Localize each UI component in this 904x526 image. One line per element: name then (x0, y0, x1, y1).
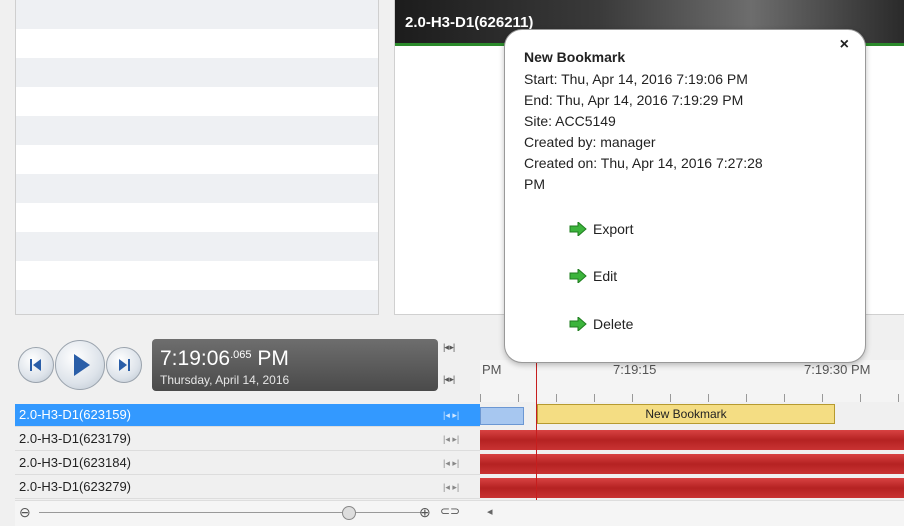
recording-track[interactable] (480, 454, 904, 474)
video-title: 2.0-H3-D1(626211) (405, 14, 534, 31)
camera-row[interactable]: 2.0-H3-D1(623159) |◂ ▸| (15, 404, 480, 427)
zoom-slider-thumb[interactable] (342, 506, 356, 520)
delete-button[interactable]: Delete (569, 316, 633, 332)
bookmark-details: Start: Thu, Apr 14, 2016 7:19:06 PM End:… (524, 69, 824, 195)
close-icon[interactable]: × (840, 36, 849, 54)
bookmark-created-on-cont: PM (524, 176, 545, 192)
time-display: 7:19:06.065 PM Thursday, April 14, 2016 (152, 339, 438, 391)
arrow-right-icon (569, 222, 587, 236)
bookmark-end: End: Thu, Apr 14, 2016 7:19:29 PM (524, 92, 744, 108)
bookmark-popup: × New Bookmark Start: Thu, Apr 14, 2016 … (504, 29, 866, 363)
skip-end-icon[interactable]: |◂ ▸| (443, 374, 455, 385)
delete-label: Delete (593, 316, 634, 332)
ruler-ticks (480, 394, 904, 402)
skip-icon[interactable]: |◂ ▸| (443, 404, 459, 426)
recording-track-selected[interactable] (480, 407, 524, 425)
time-ms: .065 (230, 349, 252, 361)
skip-start-icon[interactable]: |◂ ▸| (443, 342, 455, 353)
skip-icon[interactable]: |◂ ▸| (443, 476, 459, 498)
play-icon (74, 354, 90, 376)
bookmark-created-on: Created on: Thu, Apr 14, 2016 7:27:28 (524, 155, 763, 171)
zoom-in-icon[interactable]: ⊕ (419, 504, 431, 521)
skip-icon[interactable]: |◂ ▸| (443, 428, 459, 450)
recording-track[interactable] (480, 478, 904, 498)
time-ampm: PM (257, 347, 289, 370)
ruler-label: 7:19:15 (613, 362, 657, 377)
export-label: Export (593, 221, 634, 237)
bookmark-site: Site: ACC5149 (524, 113, 616, 129)
recording-track[interactable] (480, 430, 904, 450)
playhead-line[interactable] (536, 360, 537, 500)
camera-row[interactable]: 2.0-H3-D1(623184) |◂ ▸| (15, 452, 480, 475)
camera-name: 2.0-H3-D1(623184) (19, 455, 132, 470)
time-value: 7:19:06 (160, 347, 231, 370)
previous-frame-button[interactable] (18, 347, 54, 383)
ruler-label: PM (482, 362, 502, 377)
arrow-right-icon (569, 269, 587, 283)
zoom-bar: ⊖ ⊕ ⊂⊃ ◂ (15, 500, 904, 526)
camera-name: 2.0-H3-D1(623179) (19, 431, 132, 446)
next-frame-button[interactable] (106, 347, 142, 383)
ruler-label: 7:19:30 PM (804, 362, 871, 377)
step-forward-icon (119, 359, 130, 371)
step-back-icon (30, 359, 41, 371)
camera-name: 2.0-H3-D1(623279) (19, 479, 132, 494)
link-icon[interactable]: ⊂⊃ (440, 504, 460, 518)
export-button[interactable]: Export (569, 221, 633, 237)
current-time: 7:19:06.065 PM (160, 347, 289, 371)
skip-icon[interactable]: |◂ ▸| (443, 452, 459, 474)
play-button[interactable] (55, 340, 105, 390)
camera-list-panel (15, 0, 379, 315)
zoom-out-icon[interactable]: ⊖ (19, 504, 31, 521)
arrow-right-icon (569, 317, 587, 331)
edit-button[interactable]: Edit (569, 268, 617, 284)
timeline-ruler[interactable]: PM 7:19:15 7:19:30 PM (480, 360, 904, 402)
current-date: Thursday, April 14, 2016 (160, 373, 290, 387)
camera-name: 2.0-H3-D1(623159) (19, 407, 132, 422)
bookmark-marker[interactable]: New Bookmark (537, 404, 835, 424)
bookmark-start: Start: Thu, Apr 14, 2016 7:19:06 PM (524, 71, 748, 87)
camera-row[interactable]: 2.0-H3-D1(623179) |◂ ▸| (15, 428, 480, 451)
edit-label: Edit (593, 268, 618, 284)
popup-title: New Bookmark (524, 49, 626, 65)
zoom-slider-track[interactable] (39, 512, 424, 513)
scroll-left-icon[interactable]: ◂ (487, 505, 493, 518)
camera-row[interactable]: 2.0-H3-D1(623279) |◂ ▸| (15, 476, 480, 499)
bookmark-created-by: Created by: manager (524, 134, 656, 150)
player-controls: 7:19:06.065 PM Thursday, April 14, 2016 … (15, 330, 480, 400)
